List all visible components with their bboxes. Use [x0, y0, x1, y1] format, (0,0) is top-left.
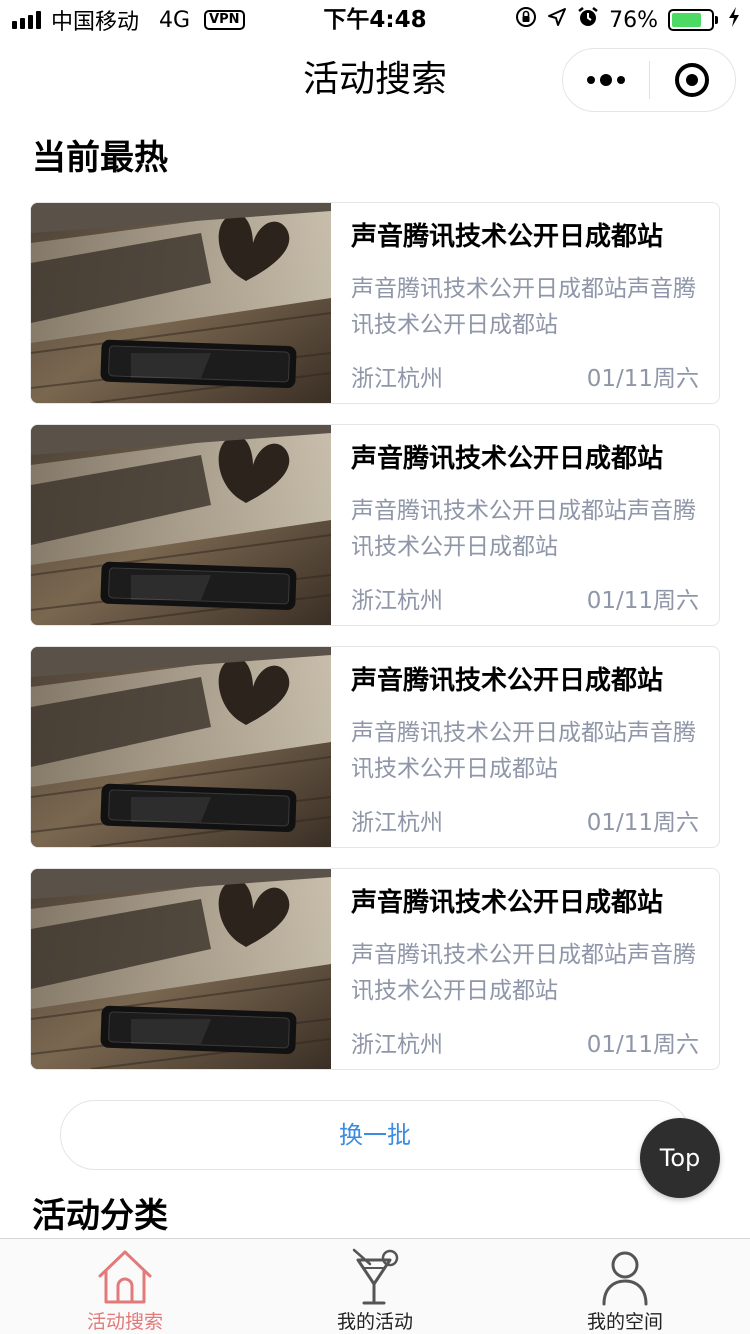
activity-title: 声音腾讯技术公开日成都站	[351, 444, 664, 474]
activity-info: 声音腾讯技术公开日成都站 声音腾讯技术公开日成都站声音腾讯技术公开日成都站 浙江…	[331, 869, 719, 1069]
carrier-name: 中国移动	[51, 10, 140, 35]
activity-date: 01/11周六	[586, 1032, 699, 1058]
tab-bar: 活动搜索 我的活动 我的空间	[0, 1238, 750, 1334]
user-icon	[593, 1245, 657, 1309]
activity-location: 浙江杭州	[351, 588, 443, 614]
activity-info: 声音腾讯技术公开日成都站 声音腾讯技术公开日成都站声音腾讯技术公开日成都站 浙江…	[331, 425, 719, 625]
section-title-categories: 活动分类	[32, 1196, 168, 1236]
activity-title: 声音腾讯技术公开日成都站	[351, 222, 664, 252]
activity-description: 声音腾讯技术公开日成都站声音腾讯技术公开日成都站	[351, 720, 696, 782]
book-phone-photo	[31, 647, 331, 847]
activity-card[interactable]: 声音腾讯技术公开日成都站 声音腾讯技术公开日成都站声音腾讯技术公开日成都站 浙江…	[30, 424, 720, 626]
tab-activity-search[interactable]: 活动搜索	[0, 1239, 250, 1334]
tab-my-activities[interactable]: 我的活动	[250, 1239, 500, 1334]
activity-card[interactable]: 声音腾讯技术公开日成都站 声音腾讯技术公开日成都站声音腾讯技术公开日成都站 浙江…	[30, 202, 720, 404]
book-phone-photo	[31, 869, 331, 1069]
location-arrow-icon	[547, 7, 567, 33]
home-icon	[93, 1245, 157, 1309]
book-phone-photo	[31, 425, 331, 625]
rotation-lock-icon	[515, 6, 537, 34]
activity-date: 01/11周六	[586, 588, 699, 614]
activity-info: 声音腾讯技术公开日成都站 声音腾讯技术公开日成都站声音腾讯技术公开日成都站 浙江…	[331, 647, 719, 847]
activity-info: 声音腾讯技术公开日成都站 声音腾讯技术公开日成都站声音腾讯技术公开日成都站 浙江…	[331, 203, 719, 403]
vpn-badge: VPN	[204, 10, 245, 30]
more-dots-icon[interactable]	[563, 48, 649, 112]
mini-program-capsule	[562, 48, 736, 112]
alarm-icon	[577, 6, 599, 34]
activity-image	[31, 869, 331, 1069]
book-phone-photo	[31, 203, 331, 403]
target-close-icon[interactable]	[650, 48, 736, 112]
refresh-batch-button[interactable]: 换一批	[60, 1100, 690, 1170]
hot-activity-list: 声音腾讯技术公开日成都站 声音腾讯技术公开日成都站声音腾讯技术公开日成都站 浙江…	[30, 202, 720, 1090]
activity-description: 声音腾讯技术公开日成都站声音腾讯技术公开日成都站	[351, 498, 696, 560]
section-title-hot: 当前最热	[32, 138, 168, 178]
activity-card[interactable]: 声音腾讯技术公开日成都站 声音腾讯技术公开日成都站声音腾讯技术公开日成都站 浙江…	[30, 646, 720, 848]
activity-date: 01/11周六	[586, 810, 699, 836]
status-bar: 中国移动 4G VPN 下午4:48 76%	[0, 0, 750, 40]
network-type: 4G	[159, 7, 191, 33]
battery-icon	[668, 9, 718, 31]
activity-card[interactable]: 声音腾讯技术公开日成都站 声音腾讯技术公开日成都站声音腾讯技术公开日成都站 浙江…	[30, 868, 720, 1070]
tab-label: 活动搜索	[86, 1311, 163, 1333]
charging-bolt-icon	[728, 6, 740, 34]
activity-location: 浙江杭州	[351, 810, 443, 836]
activity-description: 声音腾讯技术公开日成都站声音腾讯技术公开日成都站	[351, 942, 696, 1004]
tab-label: 我的空间	[586, 1311, 663, 1333]
activity-image	[31, 203, 331, 403]
signal-icon	[12, 11, 41, 29]
tab-my-space[interactable]: 我的空间	[500, 1239, 750, 1334]
activity-location: 浙江杭州	[351, 1032, 443, 1058]
activity-image	[31, 425, 331, 625]
activity-image	[31, 647, 331, 847]
back-to-top-button[interactable]: Top	[640, 1118, 720, 1198]
battery-percent: 76%	[609, 7, 658, 33]
tab-label: 我的活动	[336, 1311, 413, 1333]
cocktail-icon	[343, 1245, 407, 1309]
activity-location: 浙江杭州	[351, 366, 443, 392]
activity-date: 01/11周六	[586, 366, 699, 392]
activity-title: 声音腾讯技术公开日成都站	[351, 888, 664, 918]
activity-title: 声音腾讯技术公开日成都站	[351, 666, 664, 696]
activity-description: 声音腾讯技术公开日成都站声音腾讯技术公开日成都站	[351, 276, 696, 338]
